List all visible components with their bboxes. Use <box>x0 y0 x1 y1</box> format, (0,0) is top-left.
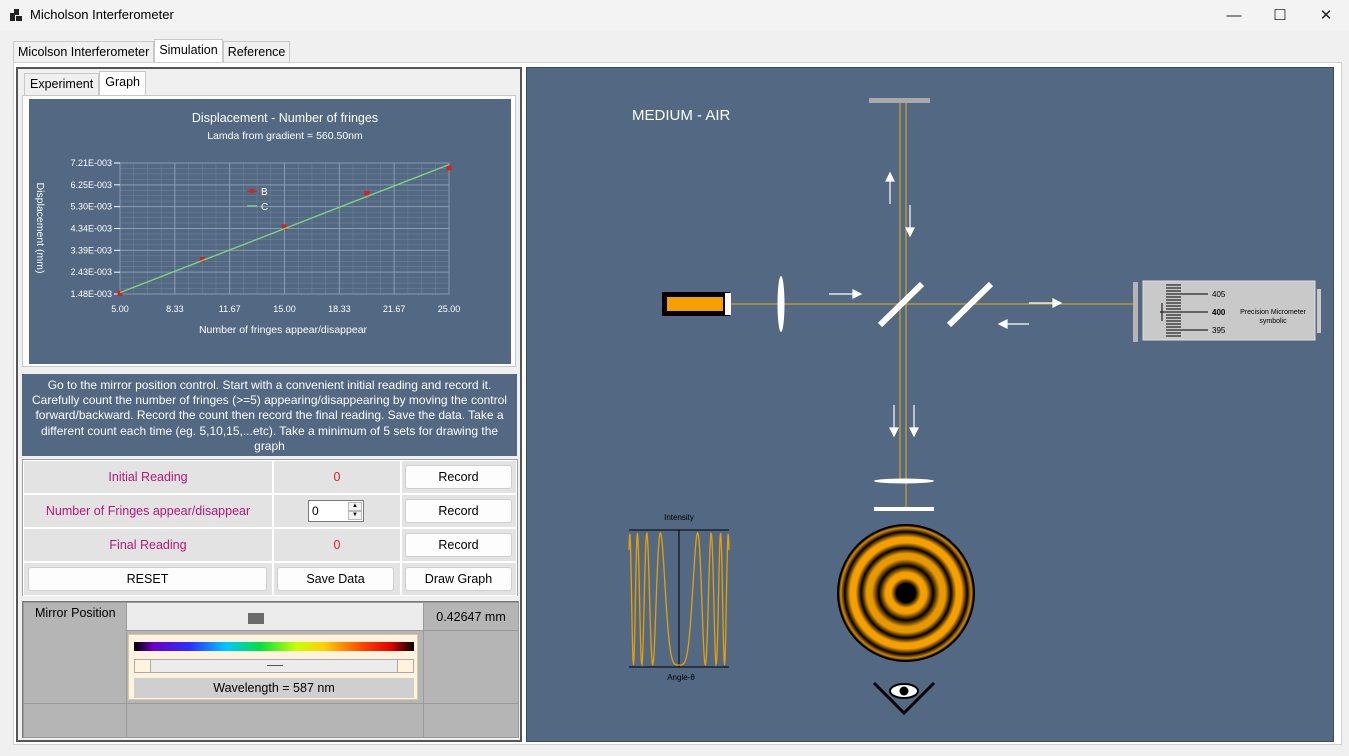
save-data-button[interactable]: Save Data <box>277 567 394 591</box>
y-tick-label: 2.43E-003 <box>70 267 112 277</box>
angle-label: Angle-θ <box>667 673 695 682</box>
screen <box>874 507 934 511</box>
stepper-up-icon[interactable]: ▲ <box>348 502 362 511</box>
fringe-pattern <box>837 524 975 662</box>
empty-cell-1 <box>423 630 519 704</box>
record-fringes-button[interactable]: Record <box>405 499 512 523</box>
micrometer-label-2: symbolic <box>1259 318 1287 325</box>
app-icon <box>10 9 22 21</box>
fringes-label: Number of Fringes appear/disappear <box>45 504 251 518</box>
y-tick-label: 4.34E-003 <box>70 224 112 234</box>
tab-reference[interactable]: Reference <box>222 41 291 63</box>
mirror-position-value: 0.42647 mm <box>436 609 506 624</box>
movable-mirror <box>869 98 930 103</box>
tab-simulation[interactable]: Simulation <box>154 39 223 63</box>
fringes-label-cell: Number of Fringes appear/disappear <box>23 494 273 528</box>
wavelength-readout-box: Wavelength = 587 nm <box>134 678 414 698</box>
wavelength-slider-thumb[interactable] <box>267 665 283 666</box>
interferometer-diagram: MEDIUM - AIR 405 400 395 Precision Micro… <box>628 98 1321 716</box>
x-tick-label: 18.33 <box>328 304 351 314</box>
x-tick-label: 5.00 <box>111 304 129 314</box>
initial-reading-value-cell: 0 <box>273 460 401 494</box>
focusing-lens <box>874 478 934 484</box>
data-point-b <box>446 165 452 171</box>
instruction-text: Go to the mirror position control. Start… <box>22 374 517 456</box>
final-reading-label: Final Reading <box>109 538 187 552</box>
tab-micolson-interferometer[interactable]: Micolson Interferometer <box>13 41 155 63</box>
initial-reading-label: Initial Reading <box>108 470 188 484</box>
x-tick-label: 21.67 <box>383 304 406 314</box>
micrometer-395: 395 <box>1212 326 1226 335</box>
y-tick-label: 1.48E-003 <box>70 289 112 299</box>
collimating-lens <box>777 276 785 332</box>
maximize-icon: ☐ <box>1273 7 1287 24</box>
legend-marker-b <box>249 188 255 194</box>
empty-cell-3 <box>126 703 424 738</box>
main-tabs: Micolson Interferometer Simulation Refer… <box>13 39 291 63</box>
initial-reading-value: 0 <box>333 470 341 484</box>
displacement-chart: Displacement - Number of fringes Lamda f… <box>29 99 511 364</box>
close-icon: ✕ <box>1319 7 1333 24</box>
tab-graph[interactable]: Graph <box>99 71 146 95</box>
data-point-b <box>364 190 370 196</box>
sub-tabs: Experiment Graph <box>24 71 146 95</box>
mirror-slider-thumb[interactable] <box>248 613 265 624</box>
initial-reading-label-cell: Initial Reading <box>23 460 273 494</box>
tab-experiment[interactable]: Experiment <box>24 73 100 95</box>
final-reading-label-cell: Final Reading <box>23 528 273 562</box>
x-tick-label: 8.33 <box>166 304 184 314</box>
x-tick-label: 11.67 <box>219 304 241 314</box>
x-tick-label: 25.00 <box>438 304 461 314</box>
title-bar: Micholson Interferometer — ☐ ✕ <box>0 0 1349 30</box>
fringes-stepper-value: 0 <box>312 504 319 518</box>
fringes-stepper[interactable]: 0 ▲ ▼ <box>308 500 364 522</box>
slider-right-arrow[interactable] <box>397 660 413 672</box>
wavelength-readout: Wavelength = 587 nm <box>213 681 335 695</box>
wavelength-slider[interactable] <box>134 659 414 673</box>
y-tick-label: 3.39E-003 <box>70 245 112 255</box>
intensity-label: Intensity <box>664 513 694 522</box>
reset-button[interactable]: RESET <box>28 567 267 591</box>
micrometer-400: 400 <box>1212 308 1226 317</box>
laser-source <box>662 292 731 316</box>
micrometer-label-1: Precision Micrometer <box>1240 309 1306 316</box>
intensity-plot: Intensity Angle-θ <box>628 513 730 682</box>
mirror-value-cell: 0.42647 mm <box>423 602 519 631</box>
record-initial-button[interactable]: Record <box>405 465 512 489</box>
draw-graph-button[interactable]: Draw Graph <box>405 567 512 591</box>
mirror-position-label: Mirror Position <box>35 606 116 620</box>
stepper-down-icon[interactable]: ▼ <box>348 511 362 520</box>
spectrum-bar <box>134 642 414 651</box>
mirror-slider-track[interactable] <box>126 602 424 631</box>
minimize-button[interactable]: — <box>1211 0 1257 30</box>
mirror-label-cell: Mirror Position <box>23 602 127 704</box>
wavelength-control: Wavelength = 587 nm <box>128 634 418 700</box>
slider-left-arrow[interactable] <box>135 660 151 672</box>
legend-b: B <box>261 187 268 198</box>
micrometer-405: 405 <box>1212 290 1226 299</box>
chart-title: Displacement - Number of fringes <box>192 111 378 125</box>
light-beams <box>726 103 1136 507</box>
final-reading-value-cell: 0 <box>273 528 401 562</box>
x-axis-label: Number of fringes appear/disappear <box>199 324 368 336</box>
y-tick-label: 6.25E-003 <box>70 180 112 190</box>
eye-icon <box>872 681 936 716</box>
precision-micrometer: 405 400 395 Precision Micrometer symboli… <box>1133 280 1321 342</box>
final-reading-value: 0 <box>333 538 341 552</box>
x-tick-label: 15.00 <box>273 304 296 314</box>
record-final-button[interactable]: Record <box>405 533 512 557</box>
y-axis-label: Displacement (mm) <box>34 182 46 273</box>
y-tick-label: 7.21E-003 <box>70 158 112 168</box>
medium-label: MEDIUM - AIR <box>632 107 731 124</box>
close-button[interactable]: ✕ <box>1303 0 1349 30</box>
empty-cell-4 <box>423 703 519 738</box>
y-tick-label: 5.30E-003 <box>70 202 112 212</box>
legend-c: C <box>261 202 268 213</box>
empty-cell-2 <box>23 703 127 738</box>
minimize-icon: — <box>1226 6 1242 24</box>
window-title: Micholson Interferometer <box>30 7 174 22</box>
maximize-button[interactable]: ☐ <box>1257 0 1303 30</box>
chart-subtitle: Lamda from gradient = 560.50nm <box>207 130 363 142</box>
